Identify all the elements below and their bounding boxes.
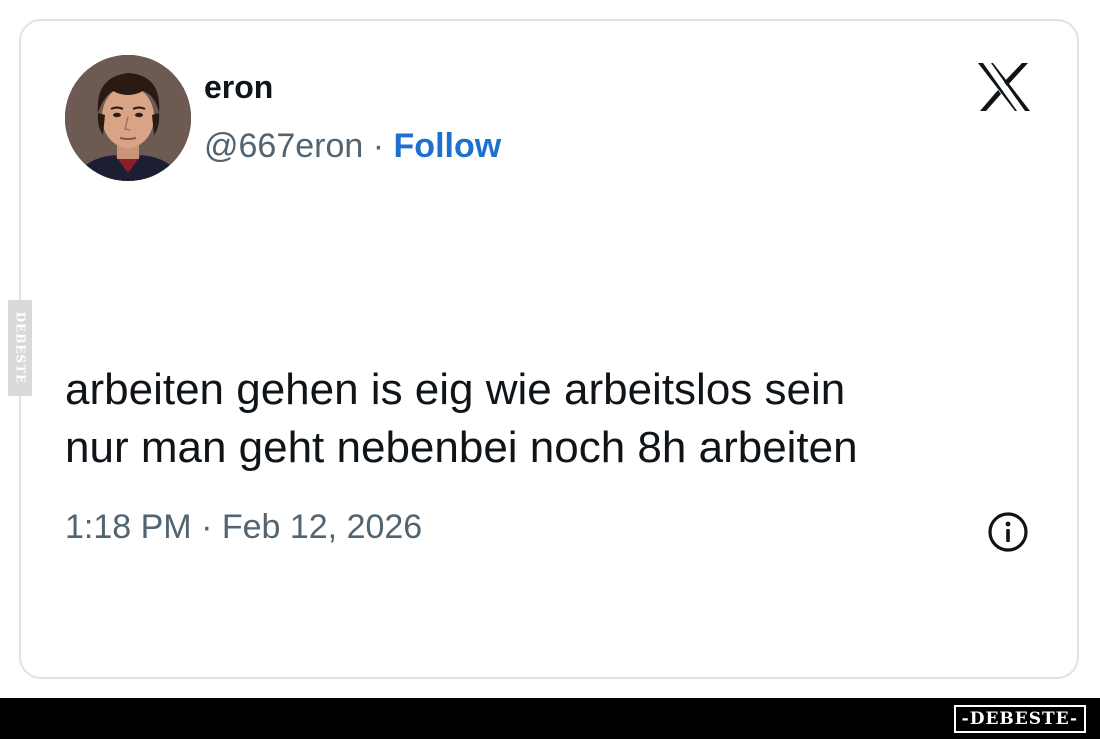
author-display-name[interactable]: eron <box>204 69 273 105</box>
footer-bar: -DEBESTE- <box>0 698 1100 739</box>
tweet-text-line: arbeiten gehen is eig wie arbeitslos sei… <box>65 365 846 414</box>
tweet-text-line: nur man geht nebenbei noch 8h arbeiten <box>65 423 858 472</box>
avatar[interactable] <box>65 55 191 181</box>
tweet-timestamp[interactable]: 1:18 PM · Feb 12, 2026 <box>65 507 422 547</box>
side-watermark-text: DEBESTE <box>13 311 27 385</box>
follow-button[interactable]: Follow <box>394 127 502 165</box>
handle-separator: · <box>372 127 385 165</box>
side-watermark: DEBESTE <box>8 300 32 396</box>
author-handle[interactable]: @667eron <box>204 127 363 165</box>
x-logo-icon[interactable] <box>976 61 1032 113</box>
tweet-card: eron @667eron · Follow arbeiten gehen is… <box>19 19 1079 679</box>
info-icon[interactable] <box>987 511 1029 553</box>
author-handle-row: @667eron · Follow <box>204 126 501 166</box>
footer-brand-logo: -DEBESTE- <box>953 705 1086 733</box>
tweet-text: arbeiten gehen is eig wie arbeitslos sei… <box>65 361 1045 477</box>
